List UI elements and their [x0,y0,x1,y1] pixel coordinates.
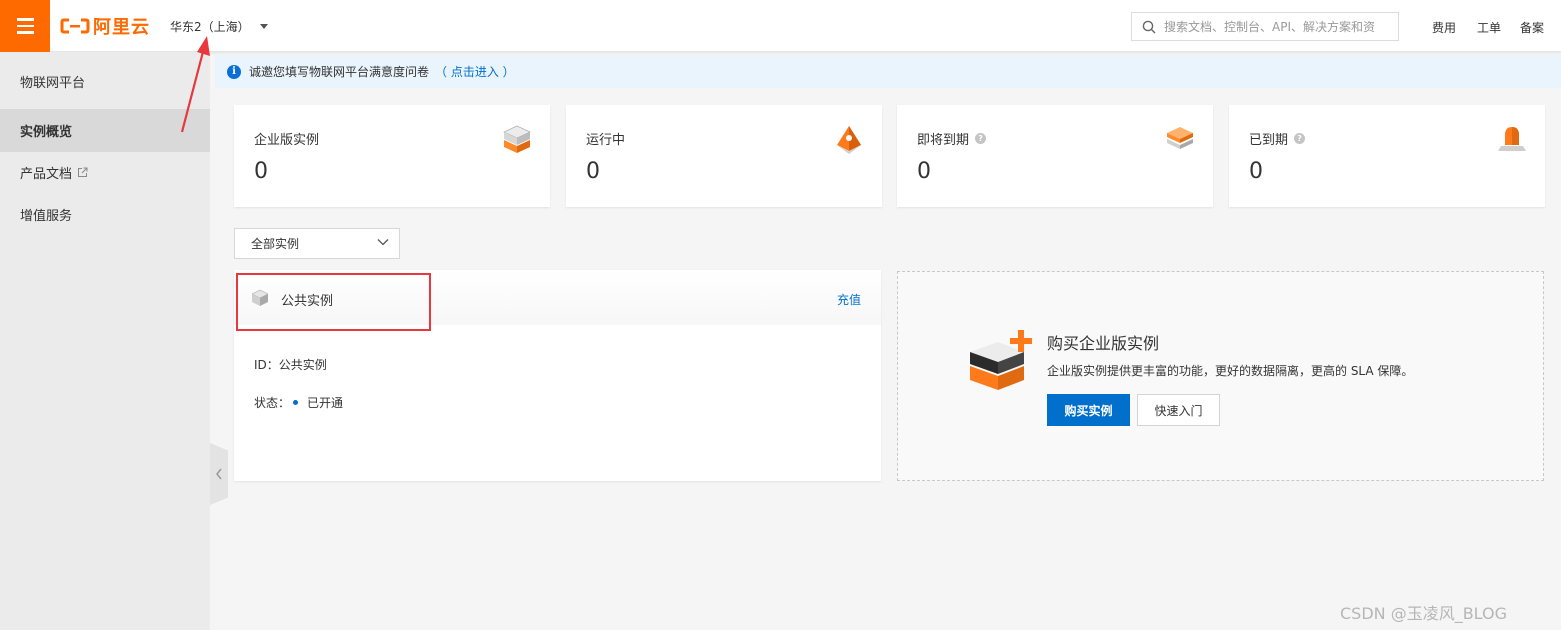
help-icon[interactable]: ? [975,133,987,144]
help-icon[interactable]: ? [1294,133,1306,144]
top-link-ticket[interactable]: 工单 [1477,19,1501,36]
stat-label: 企业版实例 [254,133,320,148]
alarm-light-icon [1498,127,1526,151]
instance-status-row: 状态： 已开通 [254,394,343,411]
instance-filter-select[interactable]: 全部实例 [234,228,400,259]
sidebar-item-product-docs[interactable]: 产品文档 [0,151,210,194]
search-box[interactable] [1131,12,1399,41]
region-label: 华东2（上海） [170,20,250,34]
sidebar-item-label: 增值服务 [20,209,73,224]
stat-value: 0 [254,159,268,184]
hamburger-menu-button[interactable] [0,0,50,52]
sidebar-title: 物联网平台 [20,76,86,91]
top-link-billing[interactable]: 费用 [1432,19,1456,36]
chevron-down-icon [377,239,389,246]
stat-card-expired: 已到期? 0 [1229,105,1545,207]
caret-down-icon [259,24,268,29]
buy-title: 购买企业版实例 [1047,334,1160,353]
enterprise-server-plus-icon [970,330,1032,390]
search-input[interactable] [1164,19,1394,34]
aliyun-logo[interactable]: 阿里云 [60,14,150,38]
filter-selected-value: 全部实例 [251,237,300,251]
stat-value: 0 [586,159,600,184]
search-icon [1142,20,1156,33]
notice-link[interactable]: （ 点击进入 ） [435,63,515,80]
layered-box-icon [1167,127,1193,149]
buy-description: 企业版实例提供更丰富的功能，更好的数据隔离，更高的 SLA 保障。 [1047,364,1414,378]
instance-status-value: 已开通 [307,396,344,410]
stat-card-enterprise: 企业版实例 0 [234,105,550,207]
sidebar-item-label: 实例概览 [20,125,73,140]
buy-enterprise-panel: 购买企业版实例 企业版实例提供更丰富的功能，更好的数据隔离，更高的 SLA 保障… [897,271,1544,481]
sidebar: 物联网平台 实例概览 产品文档 增值服务 [0,52,210,630]
top-bar: 阿里云 华东2（上海） 费用 工单 备案 [0,0,1561,52]
stacked-server-icon [503,125,531,153]
instance-cube-icon [251,289,269,306]
instance-status-label: 状态： [254,396,291,410]
survey-notice-bar: i 诚邀您填写物联网平台满意度问卷 （ 点击进入 ） [215,55,1561,88]
stat-label: 即将到期? [917,129,987,148]
external-link-icon [78,167,88,177]
chevron-left-icon [216,468,222,480]
menu-line [16,18,34,21]
watermark: CSDN @玉凌风_BLOG [1340,604,1508,623]
public-instance-card: 公共实例 充值 ID： 公共实例 状态： 已开通 [234,270,881,481]
stat-value: 0 [917,159,931,184]
running-pyramid-icon [837,126,861,154]
stat-value: 0 [1249,159,1263,184]
instance-title: 公共实例 [281,294,334,309]
instance-id-value: 公共实例 [278,358,327,372]
quick-start-button[interactable]: 快速入门 [1137,394,1220,426]
sidebar-item-label: 产品文档 [20,167,73,182]
info-icon: i [227,64,241,79]
aliyun-bracket-icon [60,18,90,34]
status-dot-icon [293,400,299,405]
stat-label: 已到期? [1249,129,1306,148]
notice-text: 诚邀您填写物联网平台满意度问卷 [249,65,430,79]
stat-card-expiring: 即将到期? 0 [897,105,1213,207]
instance-card-header: 公共实例 充值 [234,270,881,325]
sidebar-item-value-added[interactable]: 增值服务 [0,193,210,236]
menu-line [16,31,34,34]
menu-line [16,24,34,28]
instance-id-row: ID： 公共实例 [254,356,327,373]
sidebar-item-instance-overview[interactable]: 实例概览 [0,109,210,152]
stat-label: 运行中 [586,133,626,148]
logo-text: 阿里云 [93,17,150,38]
recharge-link[interactable]: 充值 [837,291,861,308]
sidebar-collapse-handle[interactable] [210,443,228,505]
top-link-filing[interactable]: 备案 [1520,19,1544,36]
buy-instance-button[interactable]: 购买实例 [1047,394,1130,426]
stat-card-running: 运行中 0 [566,105,882,207]
region-selector[interactable]: 华东2（上海） [170,18,268,35]
instance-id-label: ID： [254,358,279,372]
